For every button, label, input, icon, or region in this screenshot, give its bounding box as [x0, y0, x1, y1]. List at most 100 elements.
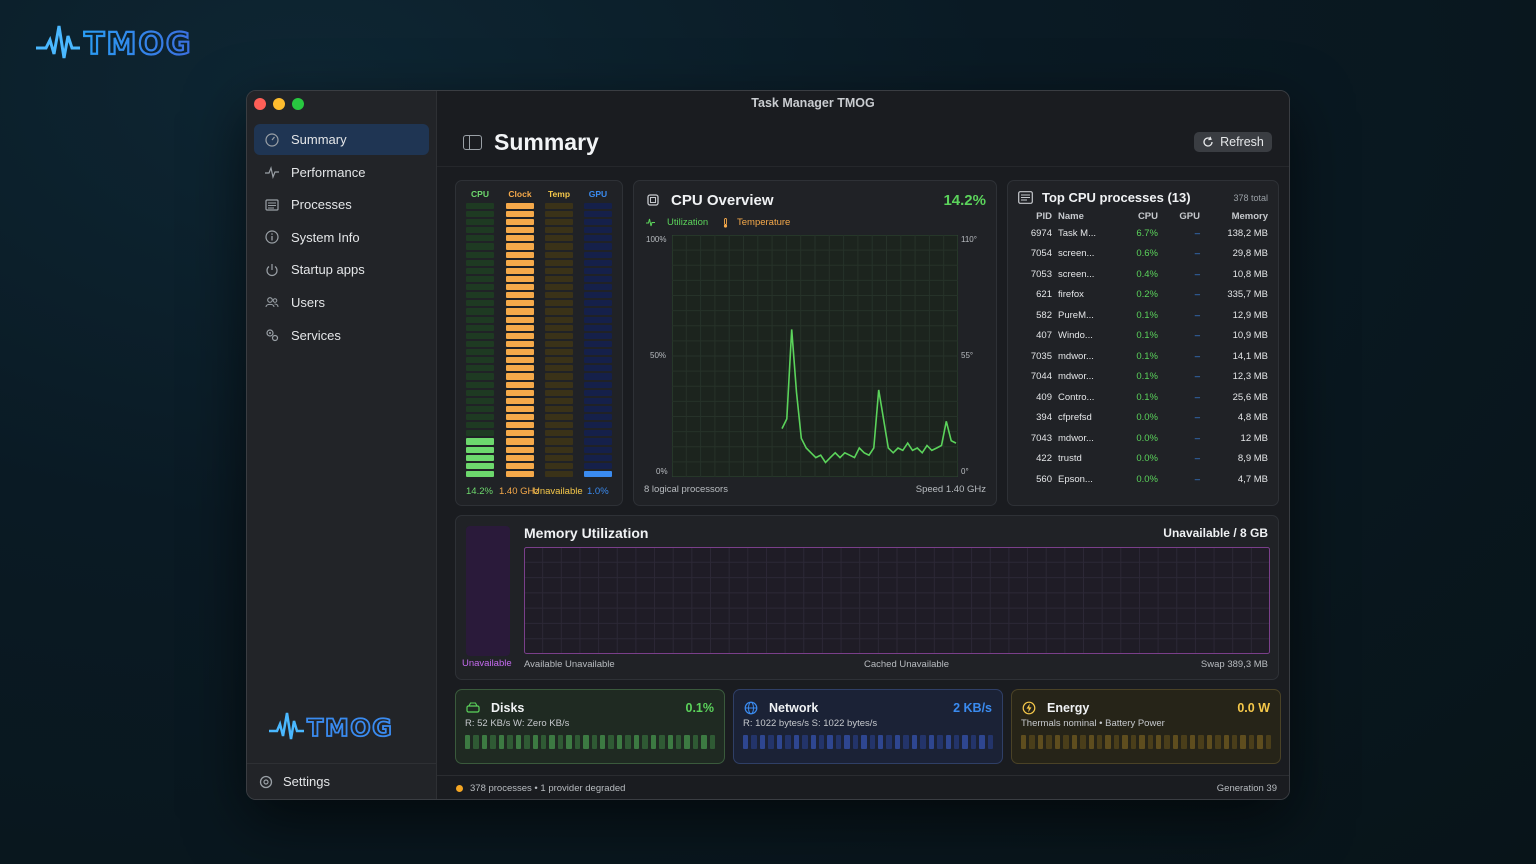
task-manager-window: Summary Performance Processes System Inf…	[246, 90, 1290, 800]
sparkline-segment	[1248, 735, 1255, 749]
minimize-window-button[interactable]	[273, 98, 285, 110]
sidebar: Summary Performance Processes System Inf…	[247, 91, 437, 799]
column-header-cpu[interactable]: CPU	[1110, 211, 1158, 222]
table-row[interactable]: 582 PureM... 0.1% – 12,9 MB	[1016, 305, 1268, 326]
sparkline-segment	[1164, 735, 1170, 749]
table-row[interactable]: 409 Contro... 0.1% – 25,6 MB	[1016, 387, 1268, 408]
sparkline-segment	[962, 735, 968, 749]
sparkline-segment	[625, 735, 631, 749]
sparkline-segment	[498, 735, 505, 749]
network-card[interactable]: Network 2 KB/s R: 1022 bytes/s S: 1022 b…	[733, 689, 1003, 764]
bar-segment	[506, 259, 534, 266]
table-row[interactable]: 7054 screen... 0.6% – 29,8 MB	[1016, 244, 1268, 265]
cell-name: mdwor...	[1058, 432, 1094, 444]
table-row[interactable]: 621 firefox 0.2% – 335,7 MB	[1016, 285, 1268, 306]
column-header-memory[interactable]: Memory	[1200, 211, 1268, 222]
table-row[interactable]: 560 Epson... 0.0% – 4,7 MB	[1016, 469, 1268, 490]
sparkline-segment	[928, 735, 935, 749]
column-header-gpu[interactable]: GPU	[1158, 211, 1200, 222]
sidebar-item-services[interactable]: Services	[254, 320, 429, 351]
sparkline-segment	[970, 735, 977, 749]
close-window-button[interactable]	[254, 98, 266, 110]
sparkline-segment	[608, 735, 614, 749]
sparkline-segment	[1113, 735, 1120, 749]
table-row[interactable]: 7053 screen... 0.4% – 10,8 MB	[1016, 264, 1268, 285]
bar-segment	[506, 292, 534, 299]
table-row[interactable]: 394 cfprefsd 0.0% – 4,8 MB	[1016, 408, 1268, 429]
sparkline-segment	[1215, 735, 1221, 749]
refresh-button[interactable]: Refresh	[1194, 132, 1272, 152]
disks-title: Disks	[491, 701, 525, 715]
bar-segment	[466, 202, 494, 209]
bar-segment	[584, 462, 612, 469]
cell-cpu: 0.1%	[1136, 371, 1158, 383]
bar-segment	[584, 316, 612, 323]
cell-gpu: –	[1194, 432, 1200, 444]
status-bar: 378 processes • 1 provider degraded Gene…	[437, 775, 1289, 799]
cell-memory: 14,1 MB	[1232, 350, 1268, 362]
bar-segment	[506, 349, 534, 356]
table-row[interactable]: 7043 mdwor... 0.0% – 12 MB	[1016, 428, 1268, 449]
network-sparkline	[743, 735, 994, 749]
bar-segment	[584, 210, 612, 217]
sparkline-segment	[861, 735, 867, 749]
bar-segment	[506, 422, 534, 429]
disk-icon	[466, 702, 480, 713]
cell-gpu: –	[1194, 268, 1200, 280]
sidebar-item-summary[interactable]: Summary	[254, 124, 429, 155]
sparkline-segment	[532, 735, 538, 749]
sparkline-segment	[911, 735, 918, 749]
bar-segment	[466, 267, 494, 274]
cell-memory: 4,7 MB	[1237, 473, 1268, 485]
sidebar-item-users[interactable]: Users	[254, 287, 429, 318]
energy-card[interactable]: Energy 0.0 W Thermals nominal • Battery …	[1011, 689, 1281, 764]
bar-segment	[506, 397, 534, 404]
sparkline-segment	[1046, 735, 1052, 749]
cell-memory: 10,8 MB	[1232, 268, 1268, 280]
column-header-pid[interactable]: PID	[1016, 211, 1058, 222]
bar-segment	[545, 251, 573, 258]
cell-memory: 29,8 MB	[1232, 248, 1268, 260]
cell-gpu: –	[1194, 412, 1200, 424]
bar-segment	[466, 275, 494, 282]
sidebar-item-system-info[interactable]: System Info	[254, 222, 429, 253]
cell-memory: 4,8 MB	[1237, 412, 1268, 424]
sparkline-segment	[1198, 735, 1204, 749]
bar-segment	[584, 340, 612, 347]
users-icon	[265, 297, 279, 308]
bar-segment	[506, 227, 534, 234]
status-indicator-dot	[456, 785, 463, 792]
bar-segment	[466, 227, 494, 234]
bar-segment	[506, 405, 534, 412]
temp-axis-bottom-label: 0°	[961, 467, 969, 476]
table-row[interactable]: 407 Windo... 0.1% – 10,9 MB	[1016, 326, 1268, 347]
sparkline-segment	[566, 735, 572, 749]
bar-segment	[506, 446, 534, 453]
cell-cpu: 6.7%	[1136, 227, 1158, 239]
bar-segment	[545, 446, 573, 453]
bar-segment	[584, 454, 612, 461]
sidebar-item-processes[interactable]: Processes	[254, 189, 429, 220]
cell-gpu: –	[1194, 289, 1200, 301]
cell-gpu: –	[1194, 391, 1200, 403]
cell-name: trustd	[1058, 453, 1082, 465]
column-header-name[interactable]: Name	[1058, 211, 1110, 222]
sidebar-item-performance[interactable]: Performance	[254, 157, 429, 188]
zoom-window-button[interactable]	[292, 98, 304, 110]
bar-label-3: GPU	[588, 189, 608, 199]
refresh-label: Refresh	[1220, 135, 1264, 149]
bar-segment	[466, 446, 494, 453]
sidebar-item-startup-apps[interactable]: Startup apps	[254, 254, 429, 285]
bar-segment	[466, 357, 494, 364]
table-row[interactable]: 7044 mdwor... 0.1% – 12,3 MB	[1016, 367, 1268, 388]
table-row[interactable]: 422 trustd 0.0% – 8,9 MB	[1016, 449, 1268, 470]
toggle-sidebar-icon[interactable]	[463, 135, 482, 150]
list-icon	[1018, 191, 1033, 204]
settings-button[interactable]: Settings	[247, 763, 436, 799]
table-row[interactable]: 6974 Task M... 6.7% – 138,2 MB	[1016, 223, 1268, 244]
memory-value: Unavailable / 8 GB	[1163, 526, 1268, 540]
window-controls	[254, 98, 304, 110]
disks-card[interactable]: Disks 0.1% R: 52 KB/s W: Zero KB/s	[455, 689, 725, 764]
sparkline-segment	[692, 735, 699, 749]
table-row[interactable]: 7035 mdwor... 0.1% – 14,1 MB	[1016, 346, 1268, 367]
